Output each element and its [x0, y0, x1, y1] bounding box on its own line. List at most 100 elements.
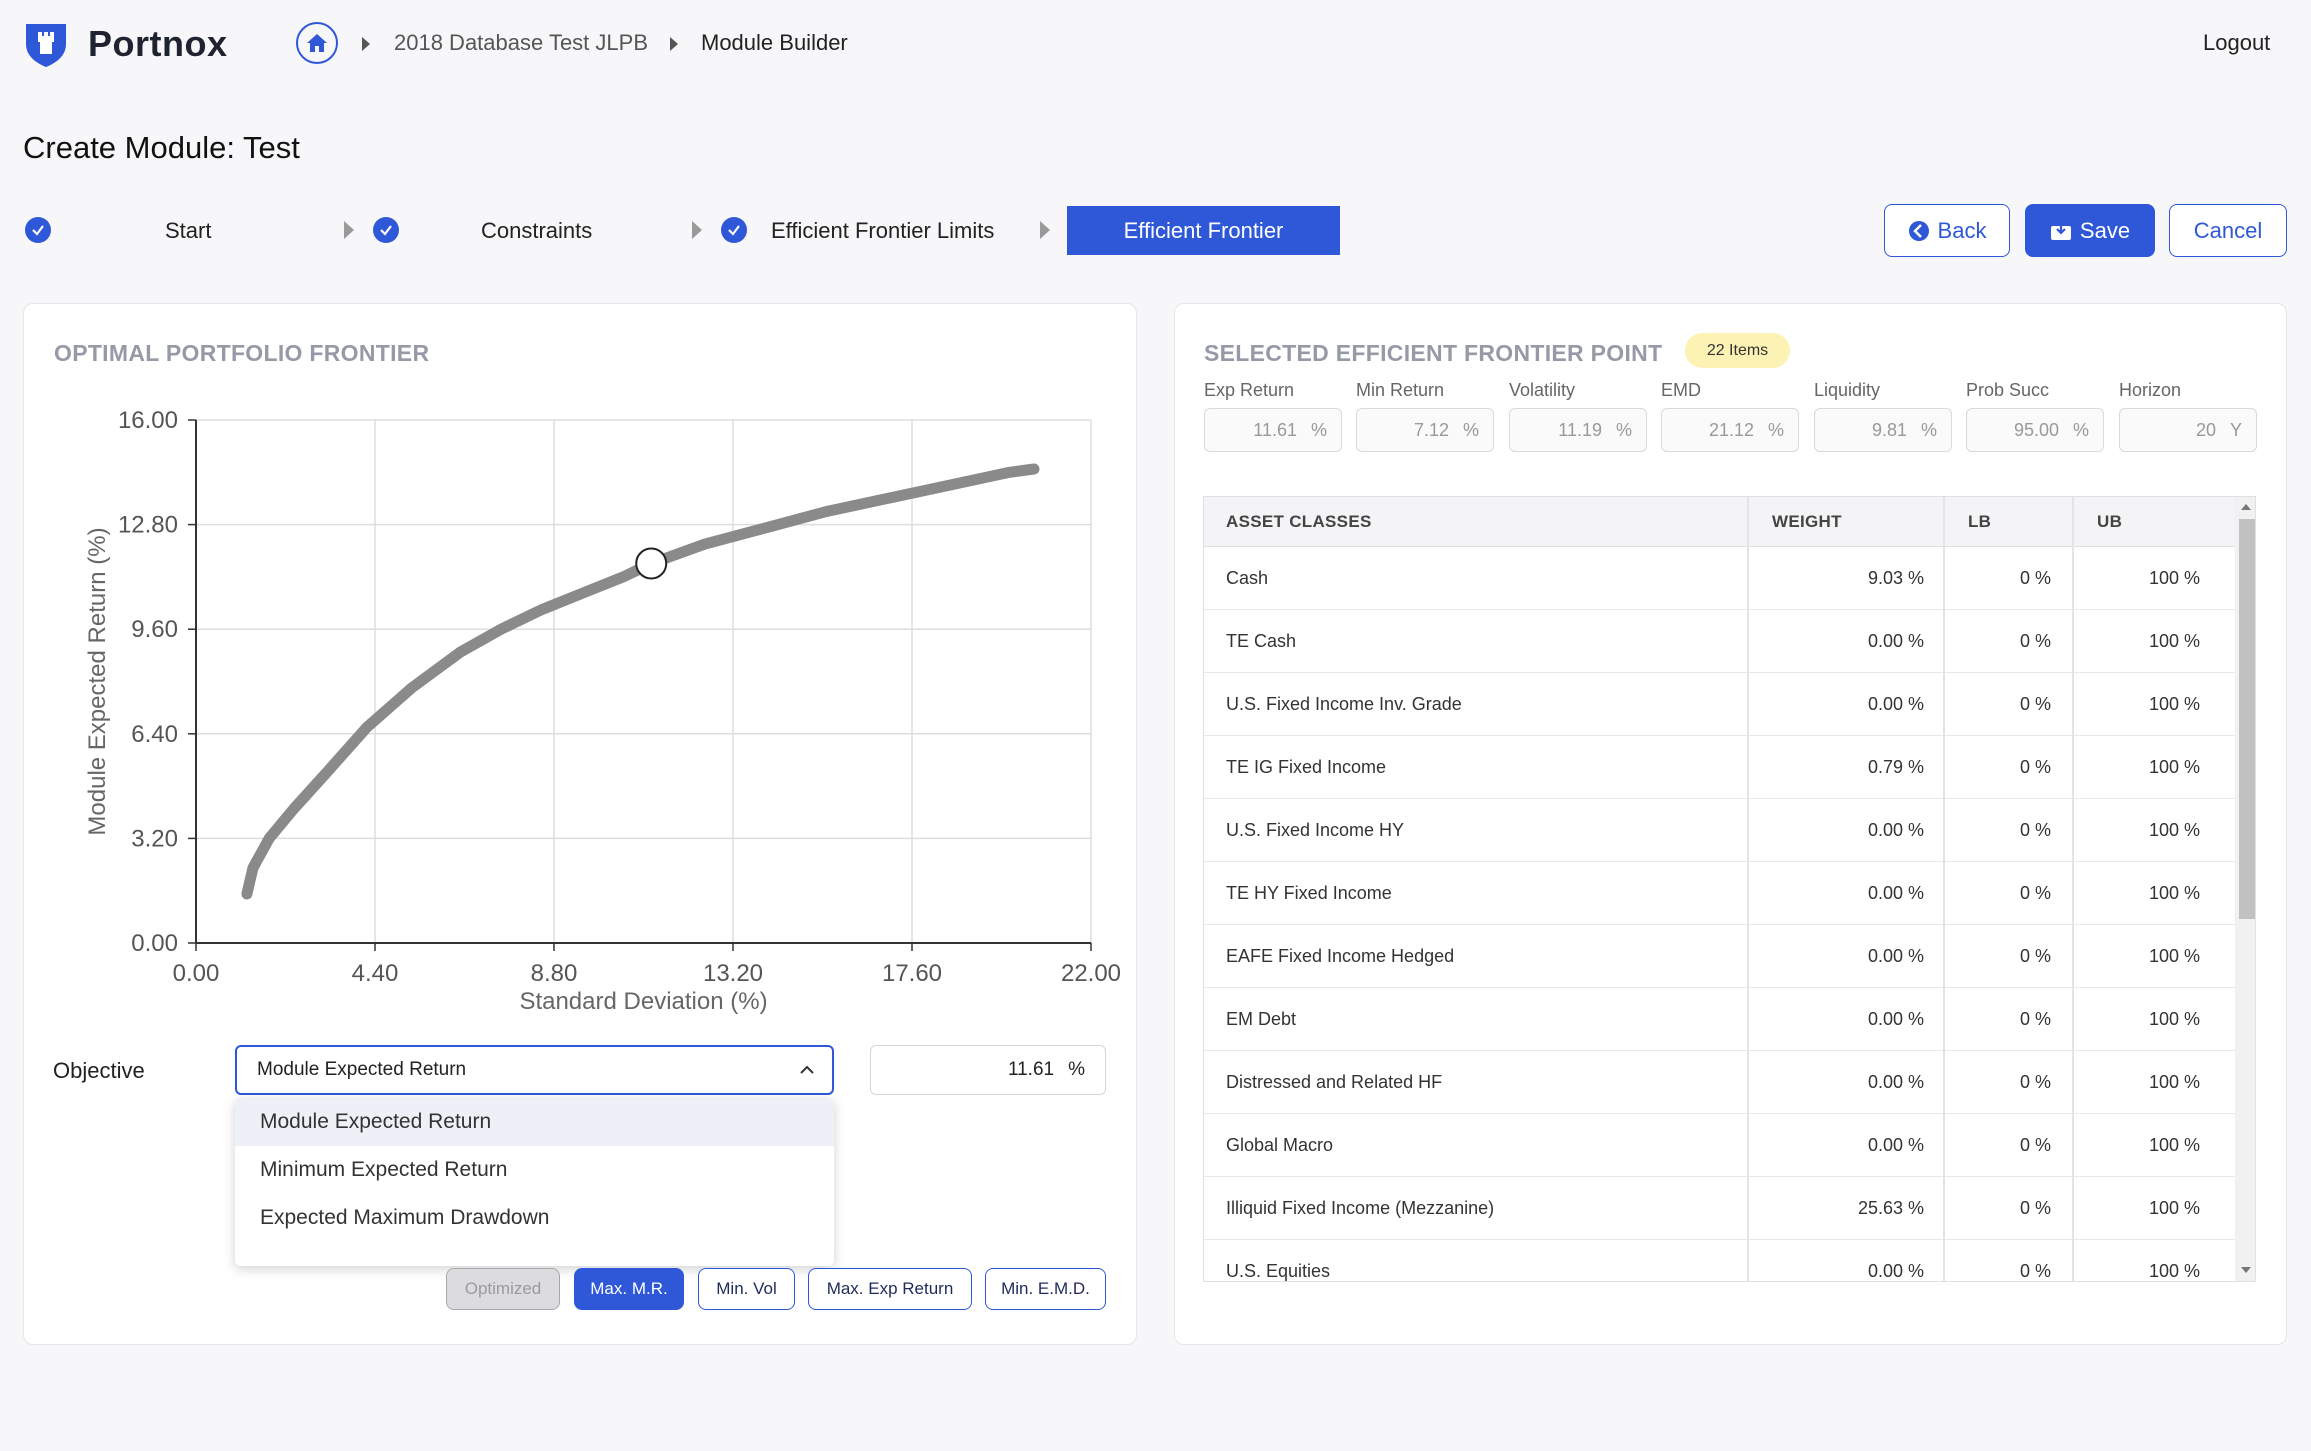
stat-unit: % — [2072, 419, 2089, 440]
column-divider — [1747, 497, 1749, 1281]
dropdown-option-expected-maximum-drawdown[interactable]: Expected Maximum Drawdown — [235, 1194, 834, 1242]
stat-field[interactable]: 7.12% — [1356, 408, 1494, 452]
back-arrow-icon — [1908, 220, 1929, 241]
y-tick-label: 12.80 — [118, 512, 178, 539]
dropdown-option-minimum-expected-return[interactable]: Minimum Expected Return — [235, 1146, 834, 1194]
cancel-button[interactable]: Cancel — [2169, 204, 2287, 257]
min-emd-button[interactable]: Min. E.M.D. — [985, 1268, 1106, 1310]
stat-field[interactable]: 9.81% — [1814, 408, 1952, 452]
stat-unit: % — [1310, 419, 1327, 440]
y-tick-label: 0.00 — [131, 930, 178, 957]
stat-label: Volatility — [1509, 380, 1576, 400]
objective-unit: % — [1068, 1059, 1085, 1080]
asset-lb: 0 % — [2019, 631, 2051, 651]
asset-ub: 100 % — [2148, 946, 2200, 966]
asset-classes-table: ASSET CLASSES WEIGHT LB UB Cash 9.03 % 0 %… — [1203, 496, 2256, 1282]
home-icon — [307, 34, 327, 52]
max-exp-return-button[interactable]: Max. Exp Return — [808, 1268, 972, 1310]
table-row[interactable]: U.S. Fixed Income HY 0.00 % 0 % 100 % — [1204, 799, 2235, 862]
step-start-check-icon — [25, 217, 51, 243]
table-row[interactable]: EM Debt 0.00 % 0 % 100 % — [1204, 988, 2235, 1051]
asset-weight: 0.00 % — [1867, 1261, 1924, 1281]
stat-field[interactable]: 21.12% — [1661, 408, 1799, 452]
asset-weight: 0.00 % — [1867, 883, 1924, 903]
save-button[interactable]: Save — [2025, 204, 2155, 257]
scroll-down-icon[interactable] — [2241, 1267, 2251, 1273]
asset-lb: 0 % — [2019, 883, 2051, 903]
x-tick-label: 0.00 — [173, 960, 220, 987]
dropdown-option-module-expected-return[interactable]: Module Expected Return — [235, 1098, 834, 1146]
breadcrumb-module-builder[interactable]: Module Builder — [701, 30, 848, 56]
stat-value: 9.81 — [1871, 419, 1907, 440]
table-row[interactable]: TE HY Fixed Income 0.00 % 0 % 100 % — [1204, 862, 2235, 925]
table-row[interactable]: Illiquid Fixed Income (Mezzanine) 25.63 %… — [1204, 1177, 2235, 1240]
table-row[interactable]: Distressed and Related HF 0.00 % 0 % 100 % — [1204, 1051, 2235, 1114]
logo-shield-icon — [22, 20, 70, 68]
selected-frontier-point[interactable] — [635, 547, 668, 580]
header-weight[interactable]: WEIGHT — [1772, 497, 1842, 547]
table-row[interactable]: Cash 9.03 % 0 % 100 % — [1204, 547, 2235, 610]
objective-label: Objective — [53, 1058, 145, 1083]
stat-field[interactable]: 11.19% — [1509, 408, 1647, 452]
frontier-chart[interactable]: 0.00 0.00 4.40 3.20 8.80 6.40 13.20 9.60 17.60 12… — [60, 400, 1140, 1020]
objective-selected-value: Module Expected Return — [257, 1059, 467, 1080]
table-row[interactable]: TE IG Fixed Income 0.79 % 0 % 100 % — [1204, 736, 2235, 799]
asset-weight: 0.00 % — [1867, 1009, 1924, 1029]
y-tick-label: 3.20 — [131, 825, 178, 852]
step-limits-check-icon — [721, 217, 747, 243]
asset-lb: 0 % — [2019, 568, 2051, 588]
table-row[interactable]: TE Cash 0.00 % 0 % 100 % — [1204, 610, 2235, 673]
step-efficient-frontier-limits[interactable]: Efficient Frontier Limits — [771, 218, 994, 244]
objective-value: 11.61 — [1007, 1059, 1055, 1080]
stat-unit: % — [1920, 419, 1937, 440]
asset-class-name: Cash — [1226, 568, 1269, 588]
objective-select[interactable]: Module Expected Return — [235, 1045, 834, 1095]
asset-class-name: TE Cash — [1226, 631, 1297, 651]
asset-class-name: U.S. Fixed Income Inv. Grade — [1226, 694, 1462, 714]
asset-class-name: Illiquid Fixed Income (Mezzanine) — [1226, 1198, 1495, 1218]
header-ub[interactable]: UB — [2097, 497, 2122, 547]
step-arrow-icon — [344, 221, 354, 239]
table-scrollbar-thumb[interactable] — [2239, 519, 2255, 919]
optimized-button[interactable]: Optimized — [446, 1268, 560, 1310]
home-button[interactable] — [296, 22, 338, 64]
step-efficient-frontier[interactable]: Efficient Frontier — [1067, 206, 1340, 255]
asset-lb: 0 % — [2019, 694, 2051, 714]
stat-field[interactable]: 11.61% — [1204, 408, 1342, 452]
asset-ub: 100 % — [2148, 1261, 2200, 1281]
back-button[interactable]: Back — [1884, 204, 2010, 257]
header-asset-classes[interactable]: ASSET CLASSES — [1226, 497, 1372, 547]
breadcrumb-database[interactable]: 2018 Database Test JLPB — [394, 30, 648, 56]
asset-ub: 100 % — [2148, 757, 2200, 777]
stat-value: 7.12 — [1413, 419, 1449, 440]
asset-weight: 0.00 % — [1867, 631, 1924, 651]
save-icon — [2050, 222, 2071, 240]
asset-class-name: EAFE Fixed Income Hedged — [1226, 946, 1455, 966]
max-mr-button[interactable]: Max. M.R. — [574, 1268, 684, 1310]
stat-field[interactable]: 95.00% — [1966, 408, 2104, 452]
stat-value: 95.00 — [2013, 419, 2059, 440]
asset-class-name: TE IG Fixed Income — [1226, 757, 1387, 777]
frontier-curve — [241, 463, 1040, 900]
table-row[interactable]: Global Macro 0.00 % 0 % 100 % — [1204, 1114, 2235, 1177]
min-vol-button[interactable]: Min. Vol — [698, 1268, 795, 1310]
stat-field[interactable]: 20 Y — [2119, 408, 2257, 452]
table-row[interactable]: U.S. Equities 0.00 % 0 % 100 % — [1204, 1240, 2235, 1281]
scroll-up-icon[interactable] — [2241, 504, 2251, 510]
asset-lb: 0 % — [2019, 1135, 2051, 1155]
stat-unit: % — [1615, 419, 1632, 440]
step-arrow-icon — [1040, 221, 1050, 239]
objective-dropdown-menu: Module Expected Return Minimum Expected … — [235, 1098, 834, 1266]
stat-label: EMD — [1661, 380, 1701, 400]
page-title: Create Module: Test — [23, 130, 300, 165]
objective-value-input[interactable]: 11.61 % — [870, 1045, 1106, 1095]
step-constraints[interactable]: Constraints — [481, 218, 592, 244]
logout-link[interactable]: Logout — [2203, 30, 2270, 56]
header-lb[interactable]: LB — [1968, 497, 1991, 547]
table-row[interactable]: U.S. Fixed Income Inv. Grade 0.00 % 0 % 100… — [1204, 673, 2235, 736]
step-start[interactable]: Start — [165, 218, 211, 244]
asset-lb: 0 % — [2019, 757, 2051, 777]
table-row[interactable]: EAFE Fixed Income Hedged 0.00 % 0 % 100 % — [1204, 925, 2235, 988]
x-tick-label: 4.40 — [352, 960, 399, 987]
selected-point-title: SELECTED EFFICIENT FRONTIER POINT — [1204, 340, 1663, 366]
